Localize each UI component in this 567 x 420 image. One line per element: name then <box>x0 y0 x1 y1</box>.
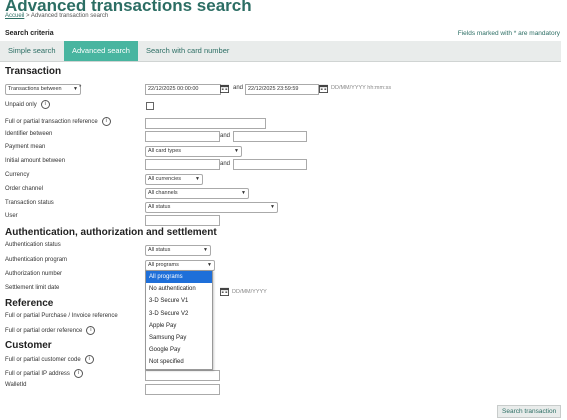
breadcrumb: Accueil > Advanced transaction search <box>5 13 108 19</box>
currency-label: Currency <box>5 172 30 178</box>
payment-mean-label: Payment mean <box>5 144 46 150</box>
amount-to-input[interactable] <box>233 159 307 170</box>
dropdown-option-samsung-pay[interactable]: Samsung Pay <box>146 332 212 344</box>
unpaid-only-text: Unpaid only <box>5 102 37 109</box>
initial-amount-label: Initial amount between <box>5 158 66 164</box>
date-to-input[interactable]: 22/12/2025 23:59:59 <box>245 84 319 95</box>
dropdown-option-apple-pay[interactable]: Apple Pay <box>146 320 212 332</box>
calendar-icon[interactable] <box>220 287 229 296</box>
payment-mean-value: All card types <box>148 148 182 154</box>
authentication-program-value: All programs <box>148 262 179 268</box>
customer-code-label: Full or partial customer code i <box>5 355 94 364</box>
section-transaction-heading: Transaction <box>5 66 62 77</box>
tab-advanced-search[interactable]: Advanced search <box>64 41 138 61</box>
transaction-reference-input[interactable] <box>145 118 266 129</box>
amount-from-input[interactable] <box>145 159 220 170</box>
transaction-reference-text: Full or partial transaction reference <box>5 119 98 126</box>
authentication-status-label: Authentication status <box>5 242 61 248</box>
mandatory-note: Fields marked with * are mandatory <box>457 30 560 37</box>
settlement-date-label: Settlement limit date <box>5 285 60 291</box>
authorization-number-label: Authorization number <box>5 271 63 277</box>
section-customer-heading: Customer <box>5 340 52 351</box>
dropdown-option-google-pay[interactable]: Google Pay <box>146 344 212 356</box>
customer-code-text: Full or partial customer code <box>5 357 81 364</box>
user-input[interactable] <box>145 215 220 226</box>
dropdown-option-3ds-v2[interactable]: 3-D Secure V2 <box>146 308 212 320</box>
chevron-down-icon: ▼ <box>234 148 239 154</box>
tab-card-number-search[interactable]: Search with card number <box>138 41 237 61</box>
chevron-down-icon: ▼ <box>195 176 200 182</box>
date-mode-value: Transactions between <box>8 86 62 92</box>
tab-simple-search[interactable]: Simple search <box>0 41 64 61</box>
ip-address-input[interactable] <box>145 370 220 381</box>
chevron-down-icon: ▼ <box>73 86 78 92</box>
dropdown-option-all-programs[interactable]: All programs <box>146 271 212 284</box>
dropdown-option-no-authentication[interactable]: No authentication <box>146 283 212 295</box>
user-label: User <box>5 213 18 219</box>
order-channel-select[interactable]: All channels ▼ <box>145 188 249 199</box>
dropdown-option-not-specified[interactable]: Not specified <box>146 356 212 368</box>
chevron-down-icon: ▼ <box>203 247 208 253</box>
chevron-down-icon: ▼ <box>207 262 212 268</box>
chevron-down-icon: ▼ <box>270 204 275 210</box>
date-mode-select[interactable]: Transactions between ▼ <box>5 84 81 95</box>
ip-address-label: Full or partial IP address i <box>5 369 83 378</box>
breadcrumb-home-link[interactable]: Accueil <box>5 13 24 19</box>
settlement-date-hint: DD/MM/YYYY <box>232 289 267 295</box>
mandatory-star: * <box>79 85 82 91</box>
payment-mean-select[interactable]: All card types ▼ <box>145 146 242 157</box>
order-reference-label: Full or partial order reference i <box>5 326 96 335</box>
transaction-status-label: Transaction status <box>5 200 54 206</box>
dropdown-option-3ds-v1[interactable]: 3-D Secure V1 <box>146 295 212 307</box>
wallet-id-label: WalletId <box>5 382 27 388</box>
section-reference-heading: Reference <box>5 298 54 309</box>
order-channel-label: Order channel <box>5 186 44 192</box>
date-and-label: and <box>233 85 244 91</box>
info-icon[interactable]: i <box>73 369 83 378</box>
date-format-hint: DD/MM/YYYY hh:mm:ss <box>331 85 392 91</box>
chevron-down-icon: ▼ <box>241 190 246 196</box>
breadcrumb-current: > Advanced transaction search <box>26 13 109 19</box>
identifier-and-label: and <box>220 133 231 139</box>
section-authentication-heading: Authentication, authorization and settle… <box>5 227 217 238</box>
order-channel-value: All channels <box>148 190 178 196</box>
info-icon[interactable]: i <box>40 100 50 109</box>
currency-select[interactable]: All currencies ▼ <box>145 174 203 185</box>
order-reference-text: Full or partial order reference <box>5 328 83 335</box>
authentication-status-value: All status <box>148 247 171 253</box>
info-icon[interactable]: i <box>86 326 96 335</box>
identifier-from-input[interactable] <box>145 131 220 142</box>
authentication-status-select[interactable]: All status ▼ <box>145 245 211 256</box>
search-criteria-label: Search criteria <box>5 30 54 37</box>
wallet-id-input[interactable] <box>145 384 220 395</box>
currency-value: All currencies <box>148 176 182 182</box>
authentication-program-dropdown: All programs No authentication 3-D Secur… <box>145 270 213 370</box>
calendar-icon[interactable] <box>220 84 229 93</box>
transaction-status-select[interactable]: All status ▼ <box>145 202 278 213</box>
tab-bar: Simple search Advanced search Search wit… <box>0 41 561 62</box>
info-icon[interactable]: i <box>101 117 111 126</box>
unpaid-only-label: Unpaid only i <box>5 100 50 109</box>
purchase-reference-label: Full or partial Purchase / Invoice refer… <box>5 313 118 319</box>
date-from-input[interactable]: 22/12/2025 00:00:00 <box>145 84 221 95</box>
transaction-reference-label: Full or partial transaction reference i <box>5 117 111 126</box>
identifier-label: Identifier between <box>5 131 53 137</box>
transaction-status-value: All status <box>148 204 171 210</box>
info-icon[interactable]: i <box>84 355 94 364</box>
search-transaction-button[interactable]: Search transaction <box>497 405 562 418</box>
calendar-icon[interactable] <box>319 84 328 93</box>
identifier-to-input[interactable] <box>233 131 307 142</box>
authentication-program-label: Authentication program <box>5 257 68 263</box>
ip-address-text: Full or partial IP address <box>5 371 70 378</box>
amount-and-label: and <box>220 161 231 167</box>
unpaid-only-checkbox[interactable] <box>146 102 154 110</box>
